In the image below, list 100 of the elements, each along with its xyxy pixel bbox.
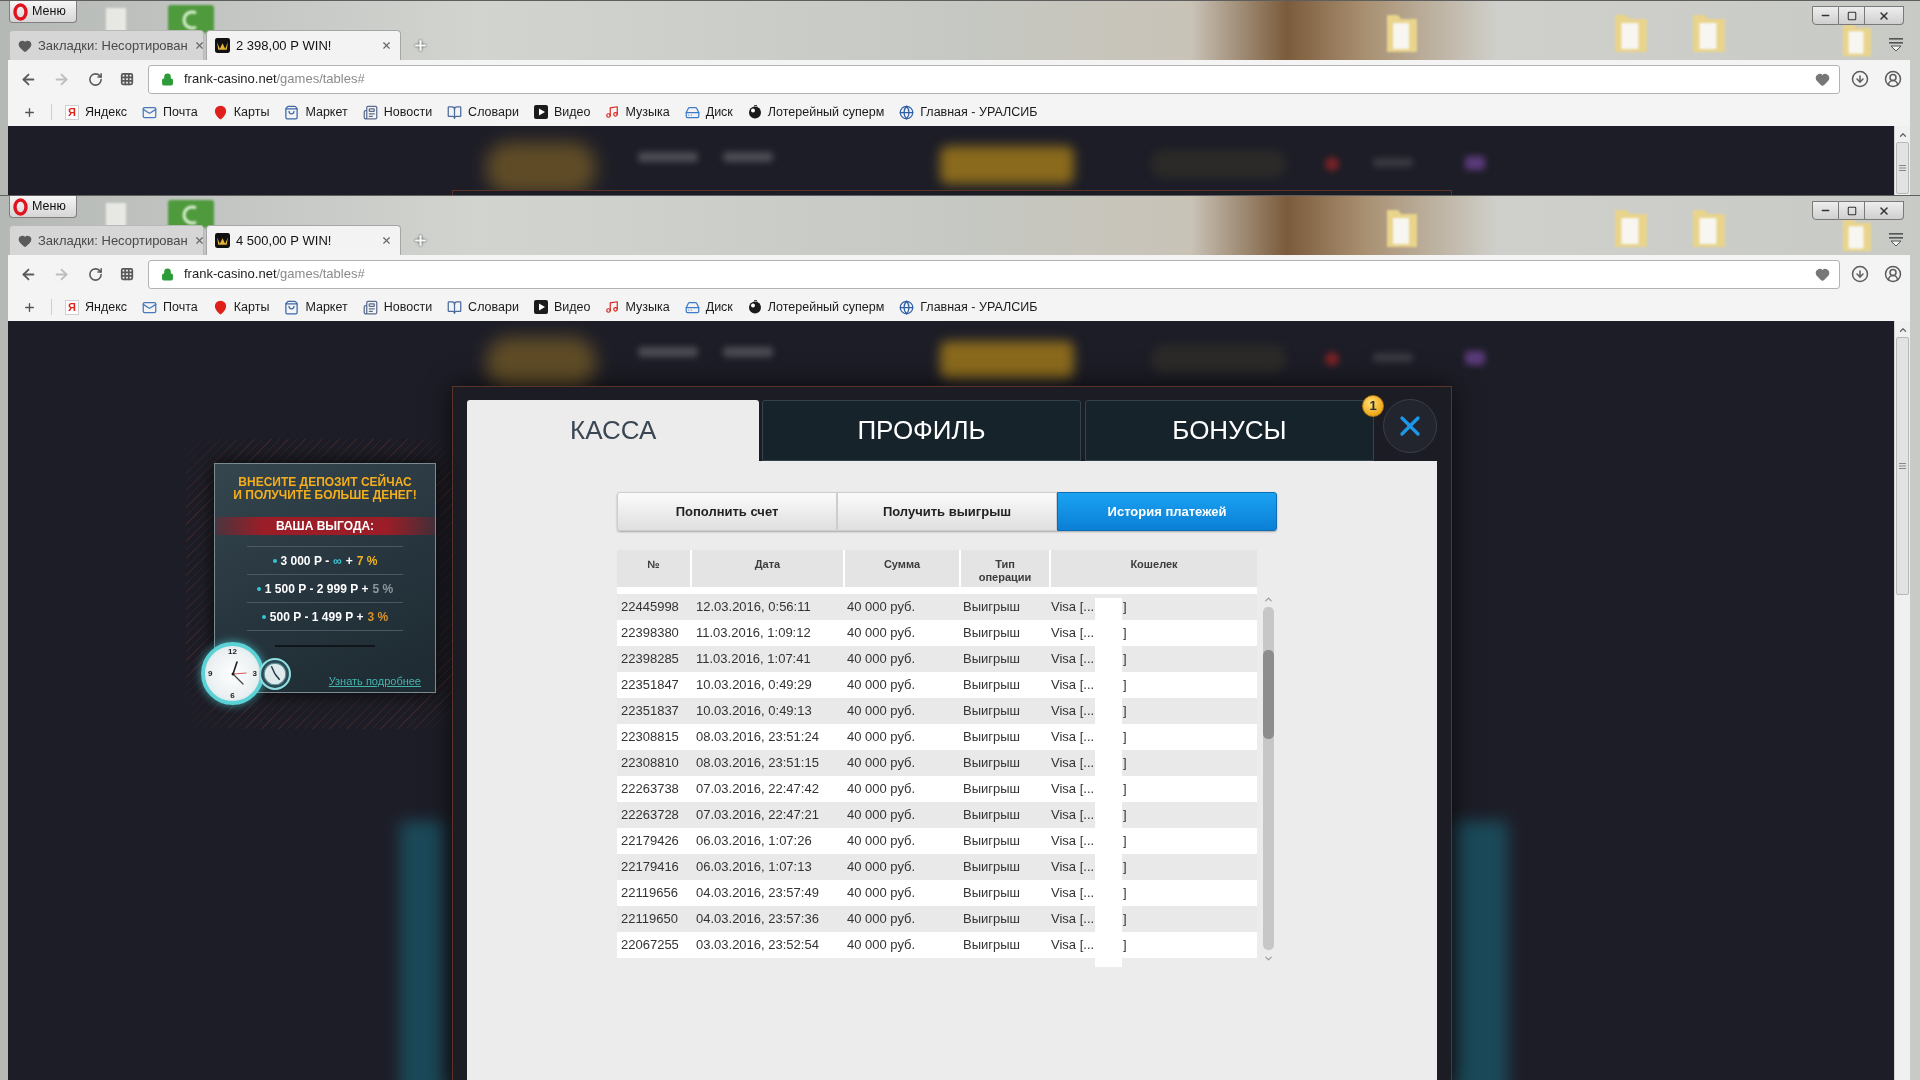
bookmark-item[interactable]: Новости — [362, 102, 433, 122]
menu-button[interactable]: Меню — [9, 1, 77, 23]
bookmark-item[interactable]: Музыка — [605, 102, 670, 122]
table-cell-text: 22351837 — [620, 702, 680, 721]
bookmark-item[interactable]: Маркет — [284, 102, 348, 122]
scroll-thumb[interactable] — [1896, 337, 1909, 595]
play-icon — [533, 105, 548, 119]
blurred-text-drawing — [723, 152, 773, 162]
scroll-up-icon[interactable] — [1897, 325, 1908, 335]
account-icon[interactable] — [1884, 265, 1902, 283]
table-cell-text: 08.03.2016, 23:51:24 — [695, 728, 820, 747]
clock-numeral: 9 — [208, 669, 213, 678]
blurred-text-drawing — [638, 347, 698, 357]
bookmark-item[interactable]: Почта — [142, 297, 198, 317]
scroll-thumb[interactable] — [1896, 142, 1909, 194]
close-icon[interactable] — [381, 40, 392, 51]
table-cell-text: Visa [... — [1051, 650, 1096, 669]
bookmark-item[interactable]: Почта — [142, 102, 198, 122]
newspaper-icon — [362, 299, 378, 315]
address-field[interactable]: frank-casino.net/games/tables# — [148, 259, 1840, 289]
bookmark-item[interactable]: Лотерейный суперм — [747, 297, 885, 317]
menu-icon[interactable] — [1888, 37, 1904, 52]
bookmark-item[interactable]: Я Яндекс — [65, 102, 128, 122]
bookmark-item[interactable]: Маркет — [284, 297, 348, 317]
lock-icon — [161, 267, 174, 281]
letter-logo: Я — [65, 104, 79, 120]
bookmark-item[interactable]: Я Яндекс — [65, 297, 128, 317]
close-button[interactable] — [1383, 399, 1437, 453]
grid-icon[interactable] — [120, 72, 134, 86]
close-window-button[interactable] — [1865, 6, 1904, 25]
table-cell-text: Visa [... — [1051, 780, 1096, 799]
download-icon[interactable] — [1851, 70, 1869, 88]
browser-tab[interactable]: Закладки: Несортирован — [9, 225, 204, 255]
table-cell-text: 40 000 руб. — [846, 884, 917, 903]
bookmark-item[interactable]: Главная - УРАЛСИБ — [899, 102, 1038, 122]
reload-icon[interactable] — [88, 266, 103, 282]
table-cell-text: Visa [... — [1051, 910, 1096, 929]
table-cell-text: ] — [1123, 754, 1127, 773]
table-cell-text: 22308810 — [620, 754, 680, 773]
maximize-button[interactable] — [1839, 201, 1865, 220]
table-cell-text: 40 000 руб. — [846, 832, 917, 851]
book-icon — [447, 104, 463, 120]
bookmark-item[interactable]: Лотерейный суперм — [747, 102, 885, 122]
maximize-button[interactable] — [1839, 6, 1865, 25]
table-cell-text: Выигрыш — [962, 936, 1022, 955]
menu-button[interactable]: Меню — [9, 196, 77, 218]
download-icon[interactable] — [1851, 265, 1869, 283]
tier-range: 500 Р - 1 499 Р + — [269, 608, 364, 626]
scroll-up-icon[interactable] — [1897, 130, 1908, 140]
close-icon[interactable] — [193, 235, 205, 246]
close-icon[interactable] — [381, 235, 392, 246]
table-cell-text: 22263738 — [620, 780, 680, 799]
bookmark-item[interactable]: Главная - УРАЛСИБ — [899, 297, 1038, 317]
table-cell-text: 22445998 — [620, 598, 680, 617]
reload-icon[interactable] — [88, 71, 103, 87]
url-text: frank-casino.net/games/tables# — [184, 265, 365, 284]
bookmark-item[interactable]: Диск — [684, 297, 733, 317]
table-cell-text: Visa [... — [1051, 624, 1096, 643]
scroll-thumb[interactable] — [1263, 650, 1274, 739]
browser-tab[interactable]: 4 500,00 Р WIN! — [206, 225, 401, 255]
table-cell-text: 40 000 руб. — [846, 598, 917, 617]
maximize-icon — [1846, 205, 1857, 216]
close-icon[interactable] — [193, 40, 205, 51]
url-text: frank-casino.net/games/tables# — [184, 70, 365, 89]
grid-icon[interactable] — [120, 267, 134, 281]
app-tile-icon — [168, 200, 214, 228]
bookmark-item[interactable]: Словари — [447, 297, 519, 317]
plus-icon[interactable] — [23, 300, 36, 314]
benefit-banner: ВАША ВЫГОДА: — [215, 517, 435, 535]
bookmark-item[interactable]: Видео — [533, 297, 591, 317]
subtab[interactable]: Получить выигрыш — [837, 492, 1057, 531]
modal-tab[interactable]: ПРОФИЛЬ — [762, 400, 1081, 461]
learn-more-link[interactable]: Узнать подробнее — [328, 673, 421, 690]
subtab[interactable]: Пополнить счет — [617, 492, 837, 531]
modal-tab[interactable]: КАССА — [467, 400, 760, 461]
bookmark-item[interactable]: Карты — [212, 297, 270, 317]
bookmark-item[interactable]: Диск — [684, 102, 733, 122]
column-header: Дата — [754, 558, 781, 572]
table-cell-text: 40 000 руб. — [846, 858, 917, 877]
bookmark-item[interactable]: Словари — [447, 102, 519, 122]
bookmark-item[interactable]: Видео — [533, 102, 591, 122]
close-window-button[interactable] — [1865, 201, 1904, 220]
bookmark-item[interactable]: Музыка — [605, 297, 670, 317]
logo-icon — [13, 197, 28, 216]
account-icon[interactable] — [1884, 70, 1902, 88]
bullet-icon — [256, 586, 261, 591]
bookmark-item[interactable]: Карты — [212, 102, 270, 122]
plus-icon[interactable] — [23, 105, 36, 119]
heart-icon[interactable] — [1815, 266, 1830, 282]
minimize-button[interactable] — [1812, 6, 1839, 25]
minimize-button[interactable] — [1812, 201, 1839, 220]
browser-tab[interactable]: 2 398,00 Р WIN! — [206, 30, 401, 60]
browser-tab[interactable]: Закладки: Несортирован — [9, 30, 204, 60]
heart-icon[interactable] — [1815, 71, 1830, 87]
menu-icon[interactable] — [1888, 232, 1904, 247]
table-cell-text: 22067255 — [620, 936, 680, 955]
bookmark-item[interactable]: Новости — [362, 297, 433, 317]
table-cell-text: 07.03.2016, 22:47:21 — [695, 806, 820, 825]
table-cell-text: ] — [1123, 702, 1127, 721]
address-field[interactable]: frank-casino.net/games/tables# — [148, 64, 1840, 94]
